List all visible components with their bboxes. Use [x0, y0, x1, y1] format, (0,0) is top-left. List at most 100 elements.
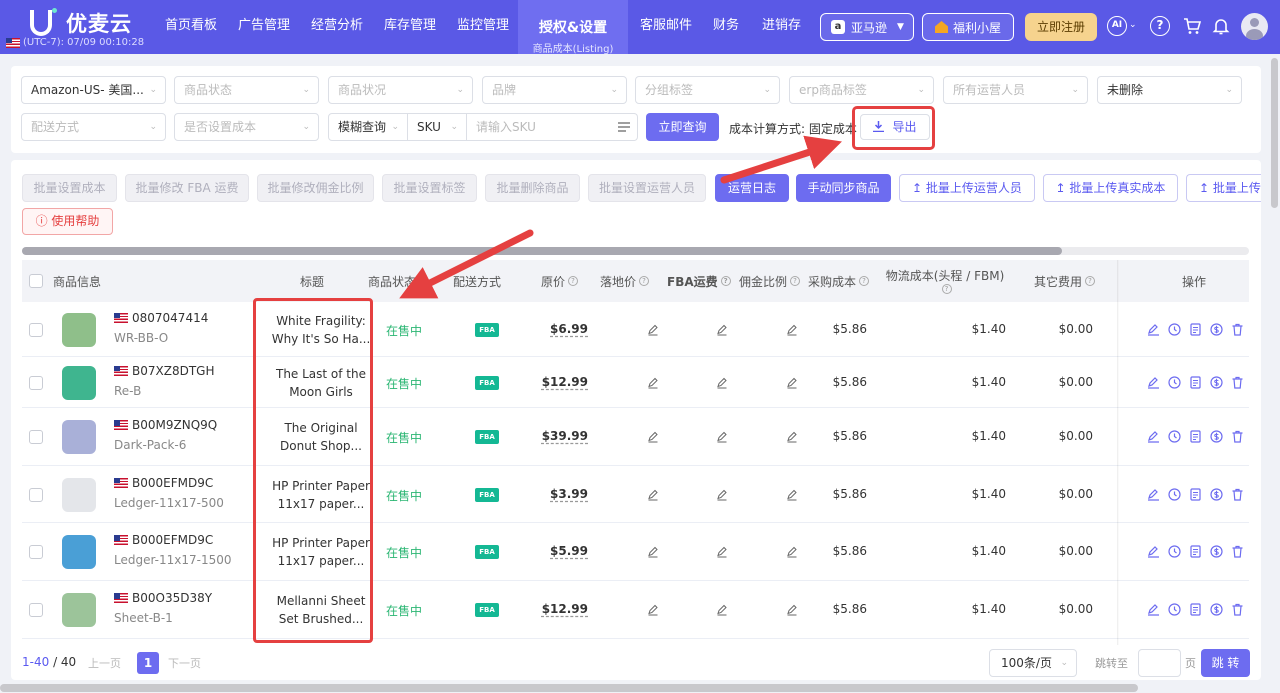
operation-log-button[interactable]: 运营日志 — [715, 174, 789, 202]
cost-set-select[interactable]: 是否设置成本 ⌄ — [174, 113, 319, 141]
upload-cost-button[interactable]: ↥ 批量上传成 — [1186, 174, 1261, 202]
document-icon[interactable] — [1189, 487, 1202, 501]
row-checkbox[interactable] — [29, 487, 43, 502]
edit-icon[interactable] — [1147, 545, 1160, 558]
dollar-icon[interactable] — [1210, 430, 1223, 443]
edit-commission-icon[interactable] — [786, 604, 798, 616]
site-select[interactable]: Amazon-US- 美国... ⌄ — [21, 76, 166, 104]
info-icon[interactable]: ? — [639, 276, 650, 286]
select-all-checkbox[interactable] — [29, 274, 43, 288]
history-clock-icon[interactable] — [1168, 487, 1181, 501]
product-thumbnail[interactable] — [62, 593, 96, 627]
edit-icon[interactable] — [1147, 323, 1160, 336]
query-button[interactable]: 立即查询 — [646, 113, 719, 141]
product-asin[interactable]: B000EFMD9C — [114, 476, 213, 490]
product-thumbnail[interactable] — [62, 312, 96, 347]
edit-landed-price-icon[interactable] — [647, 324, 659, 336]
batch-tag-button[interactable]: 批量设置标签 — [382, 174, 477, 202]
edit-fba-fee-icon[interactable] — [716, 324, 728, 336]
trash-icon[interactable] — [1231, 603, 1244, 616]
upload-real-cost-button[interactable]: ↥ 批量上传真实成本 — [1043, 174, 1178, 202]
edit-fba-fee-icon[interactable] — [716, 546, 728, 558]
dollar-icon[interactable] — [1210, 322, 1223, 336]
nav-item-inventory[interactable]: 库存管理 — [384, 0, 436, 54]
deleted-filter-select[interactable]: 未删除 ⌄ — [1097, 76, 1242, 104]
product-status-select[interactable]: 商品状态 ⌄ — [174, 76, 319, 104]
upload-operators-button[interactable]: ↥ 批量上传运营人员 — [899, 174, 1035, 202]
register-button[interactable]: 立即注册 — [1025, 13, 1097, 41]
product-thumbnail[interactable] — [62, 477, 96, 512]
batch-set-cost-button[interactable]: 批量设置成本 — [22, 174, 117, 202]
edit-icon[interactable] — [1147, 430, 1160, 443]
edit-fba-fee-icon[interactable] — [716, 431, 728, 443]
nav-item-ads[interactable]: 广告管理 — [238, 0, 290, 54]
info-icon[interactable]: ? — [859, 276, 870, 286]
edit-landed-price-icon[interactable] — [647, 604, 659, 616]
info-icon[interactable]: ? — [568, 276, 579, 286]
row-checkbox[interactable] — [29, 322, 43, 337]
edit-landed-price-icon[interactable] — [647, 489, 659, 501]
edit-commission-icon[interactable] — [786, 324, 798, 336]
nav-item-finance[interactable]: 财务 — [713, 0, 739, 54]
scrollbar-thumb[interactable] — [22, 247, 1062, 255]
page-number-current[interactable]: 1 — [137, 652, 159, 674]
erp-tag-select[interactable]: erp商品标签 ⌄ — [789, 76, 934, 104]
edit-commission-icon[interactable] — [786, 546, 798, 558]
history-clock-icon[interactable] — [1168, 375, 1181, 389]
vertical-scrollbar[interactable] — [1271, 58, 1278, 208]
avatar[interactable] — [1241, 13, 1268, 40]
edit-commission-icon[interactable] — [786, 489, 798, 501]
horizontal-scrollbar[interactable] — [22, 247, 1249, 255]
info-icon[interactable]: ? — [1085, 276, 1096, 286]
history-clock-icon[interactable] — [1168, 322, 1181, 336]
batch-commission-button[interactable]: 批量修改佣金比例 — [257, 174, 374, 202]
brand-logo[interactable]: 优麦云 — [30, 8, 132, 38]
product-asin[interactable]: B00O35D38Y — [114, 591, 212, 605]
history-clock-icon[interactable] — [1168, 545, 1181, 558]
info-icon[interactable]: ? — [790, 276, 801, 286]
price-value[interactable]: $39.99 — [532, 429, 588, 443]
page-size-select[interactable]: 100条/页 ⌄ — [989, 649, 1077, 677]
price-value[interactable]: $3.99 — [532, 487, 588, 501]
product-asin[interactable]: 0807047414 — [114, 311, 208, 325]
price-value[interactable]: $12.99 — [532, 602, 588, 616]
edit-icon[interactable] — [1147, 488, 1160, 501]
marketplace-switcher[interactable]: a 亚马逊 ▼ — [820, 13, 914, 41]
product-asin[interactable]: B00M9ZNQ9Q — [114, 418, 217, 432]
edit-icon[interactable] — [1147, 376, 1160, 389]
jump-button[interactable]: 跳 转 — [1201, 649, 1250, 677]
edit-fba-fee-icon[interactable] — [716, 377, 728, 389]
dollar-icon[interactable] — [1210, 375, 1223, 389]
product-asin[interactable]: B000EFMD9C — [114, 533, 213, 547]
nav-item-mail[interactable]: 客服邮件 — [640, 0, 692, 54]
shipping-method-select[interactable]: 配送方式 ⌄ — [21, 113, 166, 141]
row-checkbox[interactable] — [29, 430, 43, 444]
edit-fba-fee-icon[interactable] — [716, 604, 728, 616]
product-asin[interactable]: B07XZ8DTGH — [114, 364, 214, 378]
query-mode-select[interactable]: 模糊查询 ⌄ — [328, 113, 408, 141]
dollar-icon[interactable] — [1210, 487, 1223, 501]
dollar-icon[interactable] — [1210, 545, 1223, 558]
batch-fba-fee-button[interactable]: 批量修改 FBA 运费 — [125, 174, 249, 202]
history-clock-icon[interactable] — [1168, 603, 1181, 616]
nav-item-analysis[interactable]: 经营分析 — [311, 0, 363, 54]
product-thumbnail[interactable] — [62, 535, 96, 569]
price-value[interactable]: $5.99 — [532, 544, 588, 558]
search-field-select[interactable]: SKU ⌄ — [407, 113, 467, 141]
history-clock-icon[interactable] — [1168, 430, 1181, 443]
bell-icon[interactable] — [1211, 16, 1231, 36]
brand-select[interactable]: 品牌 ⌄ — [482, 76, 627, 104]
document-icon[interactable] — [1189, 322, 1202, 336]
row-checkbox[interactable] — [29, 603, 43, 617]
trash-icon[interactable] — [1231, 545, 1244, 558]
prev-page-button[interactable]: 上一页 — [88, 655, 121, 671]
nav-item-auth-settings[interactable]: 授权&设置 商品成本(Listing) — [518, 0, 628, 55]
edit-commission-icon[interactable] — [786, 377, 798, 389]
edit-landed-price-icon[interactable] — [647, 546, 659, 558]
edit-icon[interactable] — [1147, 603, 1160, 616]
product-condition-select[interactable]: 商品状况 ⌄ — [328, 76, 473, 104]
row-checkbox[interactable] — [29, 545, 43, 559]
nav-item-home[interactable]: 首页看板 — [165, 0, 217, 54]
dollar-icon[interactable] — [1210, 603, 1223, 616]
batch-input-button[interactable] — [611, 113, 638, 141]
